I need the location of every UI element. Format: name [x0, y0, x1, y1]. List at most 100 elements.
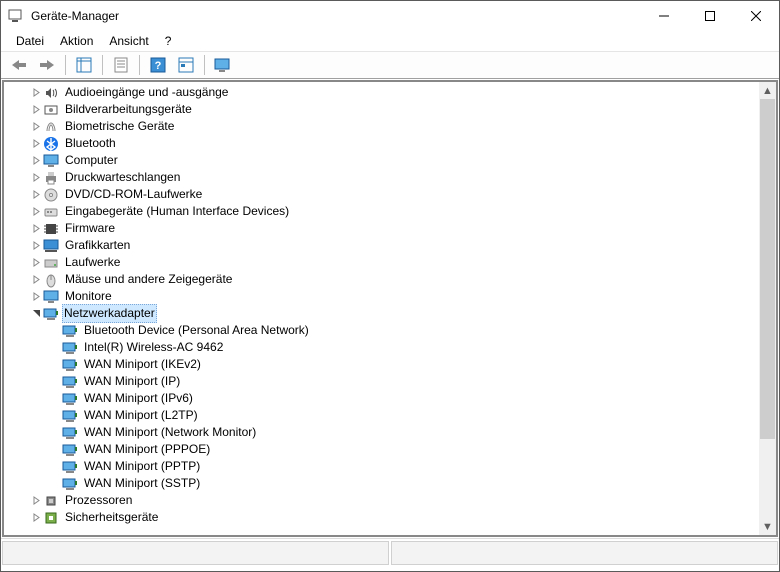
- collapse-icon[interactable]: [29, 307, 43, 321]
- nic-icon: [62, 357, 78, 373]
- tree-node[interactable]: Bluetooth Device (Personal Area Network): [4, 322, 759, 339]
- tree-node[interactable]: Sicherheitsgeräte: [4, 509, 759, 526]
- expand-icon[interactable]: [29, 511, 43, 525]
- menu-help[interactable]: ?: [158, 32, 179, 50]
- expand-icon[interactable]: [29, 154, 43, 168]
- tree-node[interactable]: Monitore: [4, 288, 759, 305]
- show-tree-button[interactable]: [72, 53, 96, 77]
- tree-node[interactable]: Computer: [4, 152, 759, 169]
- vertical-scrollbar[interactable]: ▲ ▼: [759, 82, 776, 535]
- status-bar: [1, 538, 779, 567]
- show-hidden-button[interactable]: [174, 53, 198, 77]
- menu-view[interactable]: Ansicht: [102, 32, 155, 50]
- monitor-icon: [43, 153, 59, 169]
- properties-button[interactable]: [109, 53, 133, 77]
- display-icon: [43, 238, 59, 254]
- menu-action[interactable]: Aktion: [53, 32, 100, 50]
- tree-node-label: WAN Miniport (IP): [82, 373, 182, 390]
- expand-icon[interactable]: [29, 239, 43, 253]
- expand-icon[interactable]: [29, 120, 43, 134]
- expand-icon[interactable]: [29, 494, 43, 508]
- tree-node[interactable]: Druckwarteschlangen: [4, 169, 759, 186]
- tree-node-label: WAN Miniport (SSTP): [82, 475, 202, 492]
- tree-node[interactable]: WAN Miniport (SSTP): [4, 475, 759, 492]
- tree-node[interactable]: Intel(R) Wireless-AC 9462: [4, 339, 759, 356]
- minimize-button[interactable]: [641, 1, 687, 31]
- expand-icon[interactable]: [29, 222, 43, 236]
- tree-node[interactable]: Bluetooth: [4, 135, 759, 152]
- expand-icon[interactable]: [29, 137, 43, 151]
- tree-node[interactable]: WAN Miniport (PPPOE): [4, 441, 759, 458]
- device-tree[interactable]: Audioeingänge und -ausgängeBildverarbeit…: [4, 82, 759, 535]
- nic-icon: [62, 476, 78, 492]
- tree-node[interactable]: WAN Miniport (L2TP): [4, 407, 759, 424]
- hid-icon: [43, 204, 59, 220]
- disc-icon: [43, 187, 59, 203]
- maximize-button[interactable]: [687, 1, 733, 31]
- nic-icon: [62, 340, 78, 356]
- expand-icon[interactable]: [29, 171, 43, 185]
- nic-icon: [62, 459, 78, 475]
- tree-node[interactable]: Mäuse und andere Zeigegeräte: [4, 271, 759, 288]
- nic-icon: [62, 374, 78, 390]
- expand-icon: [48, 392, 62, 406]
- speaker-icon: [43, 85, 59, 101]
- tree-node-label: Audioeingänge und -ausgänge: [63, 84, 230, 101]
- nic-icon: [62, 391, 78, 407]
- help-button[interactable]: ?: [146, 53, 170, 77]
- expand-icon[interactable]: [29, 290, 43, 304]
- tree-node[interactable]: Laufwerke: [4, 254, 759, 271]
- menu-file[interactable]: Datei: [9, 32, 51, 50]
- app-icon: [7, 8, 23, 24]
- tree-node-label: Bluetooth: [63, 135, 118, 152]
- expand-icon[interactable]: [29, 256, 43, 270]
- tree-node[interactable]: Bildverarbeitungsgeräte: [4, 101, 759, 118]
- tree-node-label: Laufwerke: [63, 254, 122, 271]
- tree-node-label: Computer: [63, 152, 120, 169]
- back-button[interactable]: [7, 53, 31, 77]
- expand-icon[interactable]: [29, 188, 43, 202]
- tree-node-label: Monitore: [63, 288, 114, 305]
- expand-icon[interactable]: [29, 86, 43, 100]
- titlebar: Geräte-Manager: [1, 1, 779, 31]
- tree-node-label: Mäuse und andere Zeigegeräte: [63, 271, 234, 288]
- tree-node-label: Grafikkarten: [63, 237, 132, 254]
- tree-node[interactable]: WAN Miniport (PPTP): [4, 458, 759, 475]
- tree-node[interactable]: WAN Miniport (Network Monitor): [4, 424, 759, 441]
- tree-node[interactable]: Netzwerkadapter: [4, 305, 759, 322]
- close-button[interactable]: [733, 1, 779, 31]
- scroll-down-button[interactable]: ▼: [759, 518, 776, 535]
- expand-icon[interactable]: [29, 273, 43, 287]
- tree-node[interactable]: DVD/CD-ROM-Laufwerke: [4, 186, 759, 203]
- biometric-icon: [43, 119, 59, 135]
- menu-bar: Datei Aktion Ansicht ?: [1, 31, 779, 51]
- status-cell-left: [2, 541, 389, 565]
- tree-node-label: WAN Miniport (PPTP): [82, 458, 202, 475]
- tree-node[interactable]: Audioeingänge und -ausgänge: [4, 84, 759, 101]
- scan-hardware-button[interactable]: [211, 53, 235, 77]
- tree-node-label: WAN Miniport (L2TP): [82, 407, 200, 424]
- tree-node[interactable]: Prozessoren: [4, 492, 759, 509]
- tree-node[interactable]: Grafikkarten: [4, 237, 759, 254]
- scroll-up-button[interactable]: ▲: [759, 82, 776, 99]
- expand-icon: [48, 426, 62, 440]
- expand-icon[interactable]: [29, 103, 43, 117]
- tree-node-label: Biometrische Geräte: [63, 118, 176, 135]
- expand-icon: [48, 375, 62, 389]
- tree-node[interactable]: Firmware: [4, 220, 759, 237]
- tree-node[interactable]: WAN Miniport (IKEv2): [4, 356, 759, 373]
- expand-icon[interactable]: [29, 205, 43, 219]
- toolbar-separator: [65, 55, 66, 75]
- scroll-thumb[interactable]: [760, 99, 775, 439]
- content-area: Audioeingänge und -ausgängeBildverarbeit…: [2, 80, 778, 537]
- status-cell-right: [391, 541, 778, 565]
- svg-text:?: ?: [155, 60, 162, 72]
- tree-node[interactable]: Biometrische Geräte: [4, 118, 759, 135]
- forward-button[interactable]: [35, 53, 59, 77]
- tree-node-label: Firmware: [63, 220, 117, 237]
- nic-icon: [62, 323, 78, 339]
- tree-node[interactable]: WAN Miniport (IP): [4, 373, 759, 390]
- nic-icon: [43, 306, 59, 322]
- tree-node[interactable]: WAN Miniport (IPv6): [4, 390, 759, 407]
- tree-node[interactable]: Eingabegeräte (Human Interface Devices): [4, 203, 759, 220]
